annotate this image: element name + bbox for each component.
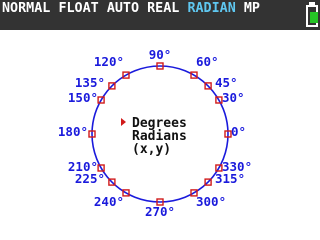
angle-label-210: 210°	[68, 159, 98, 174]
menu-selection-arrow-icon	[121, 118, 126, 126]
mode-normal: NORMAL	[2, 1, 51, 16]
mode-angle: RADIAN	[187, 1, 236, 16]
angle-label-60: 60°	[196, 54, 219, 69]
angle-label-150: 150°	[68, 90, 98, 105]
menu-item-xy[interactable]: (x,y)	[132, 143, 171, 156]
mode-real: REAL	[147, 1, 180, 16]
angle-label-180: 180°	[58, 124, 88, 139]
angle-label-120: 120°	[94, 54, 124, 69]
mode-float: FLOAT	[58, 1, 99, 16]
angle-label-45: 45°	[215, 75, 238, 90]
angle-label-315: 315°	[215, 171, 245, 186]
angle-label-0: 0°	[231, 124, 246, 139]
battery-icon	[306, 2, 318, 27]
angle-label-90: 90°	[149, 47, 172, 62]
mode-auto: AUTO	[106, 1, 140, 16]
angle-label-270: 270°	[145, 204, 175, 219]
angle-label-30: 30°	[222, 90, 245, 105]
mode-mp: MP	[243, 1, 260, 16]
unit-circle-screen: 90° 60° 45° 30° 0° 330° 315° 300° 270° 240° 225° 21…	[0, 30, 320, 240]
status-bar: NORMAL FLOAT AUTO REAL RADIAN MP	[0, 0, 320, 30]
angle-label-240: 240°	[94, 194, 124, 209]
angle-label-300: 300°	[196, 194, 226, 209]
angle-label-135: 135°	[75, 75, 105, 90]
mode-indicators: NORMAL FLOAT AUTO REAL RADIAN MP	[2, 1, 260, 17]
